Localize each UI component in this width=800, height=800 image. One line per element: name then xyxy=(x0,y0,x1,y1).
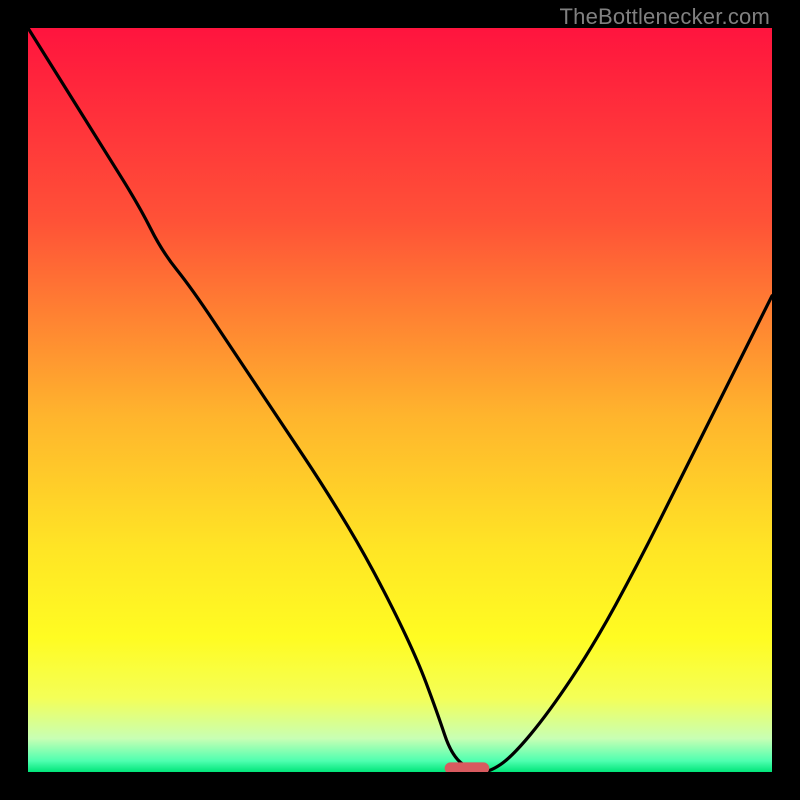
optimal-marker xyxy=(445,762,490,772)
bottleneck-chart xyxy=(28,28,772,772)
gradient-background xyxy=(28,28,772,772)
plot-area xyxy=(28,28,772,772)
watermark-text: TheBottleneсker.com xyxy=(560,4,770,30)
chart-frame: TheBottleneсker.com xyxy=(0,0,800,800)
